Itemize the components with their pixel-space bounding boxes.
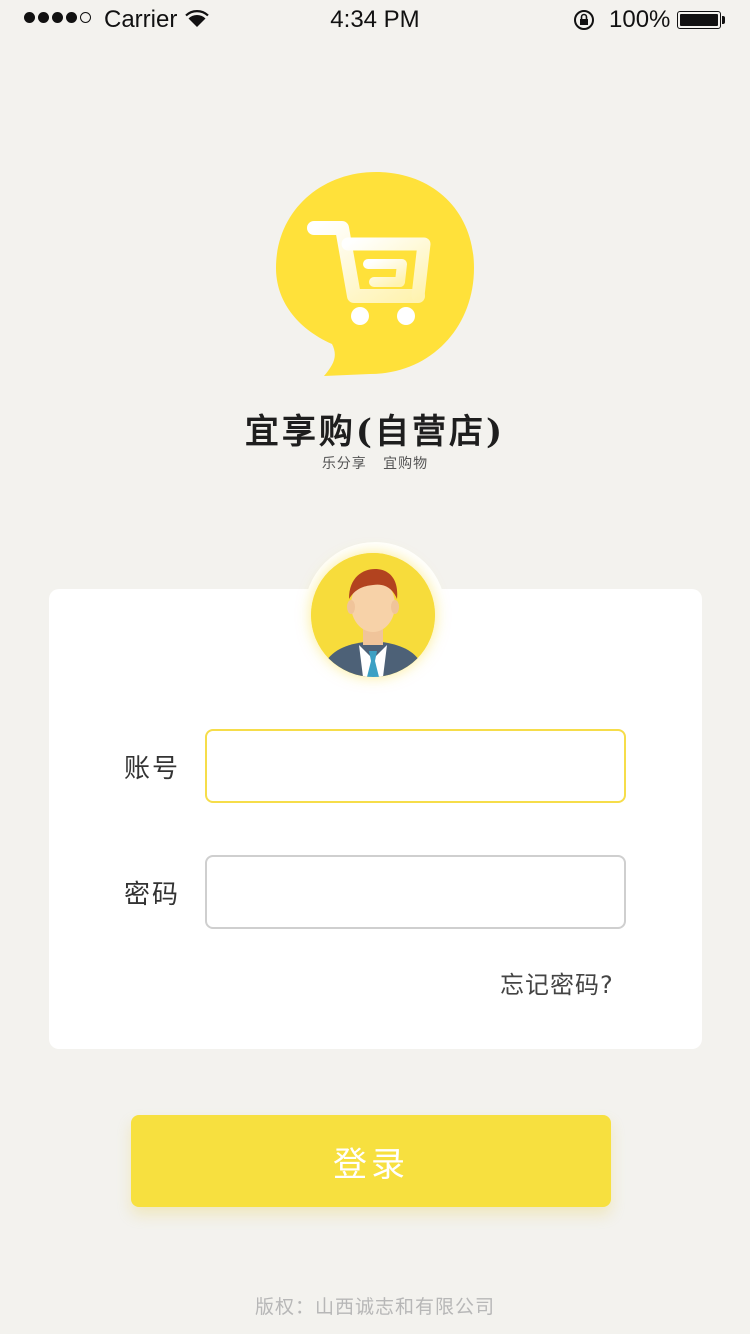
password-input[interactable] xyxy=(205,855,626,929)
copyright-text: 版权：山西诚志和有限公司 xyxy=(254,1296,495,1318)
password-label: 密码 xyxy=(124,880,181,910)
shopping-cart-icon xyxy=(276,172,474,376)
status-bar: Carrier 4:34 PM 100% xyxy=(0,0,750,40)
app-title: 宜享购(自营店) xyxy=(244,412,506,452)
account-label: 账号 xyxy=(124,754,181,784)
rotation-lock-icon xyxy=(574,10,594,30)
login-button[interactable]: 登录 xyxy=(131,1115,611,1207)
forgot-password-link[interactable]: 忘记密码? xyxy=(500,965,614,1000)
account-input[interactable] xyxy=(205,729,626,803)
battery-icon xyxy=(677,11,721,29)
battery-percentage: 100% xyxy=(609,6,671,33)
user-avatar-icon xyxy=(311,553,435,677)
app-slogan: 乐分享 宜购物 xyxy=(321,456,429,472)
